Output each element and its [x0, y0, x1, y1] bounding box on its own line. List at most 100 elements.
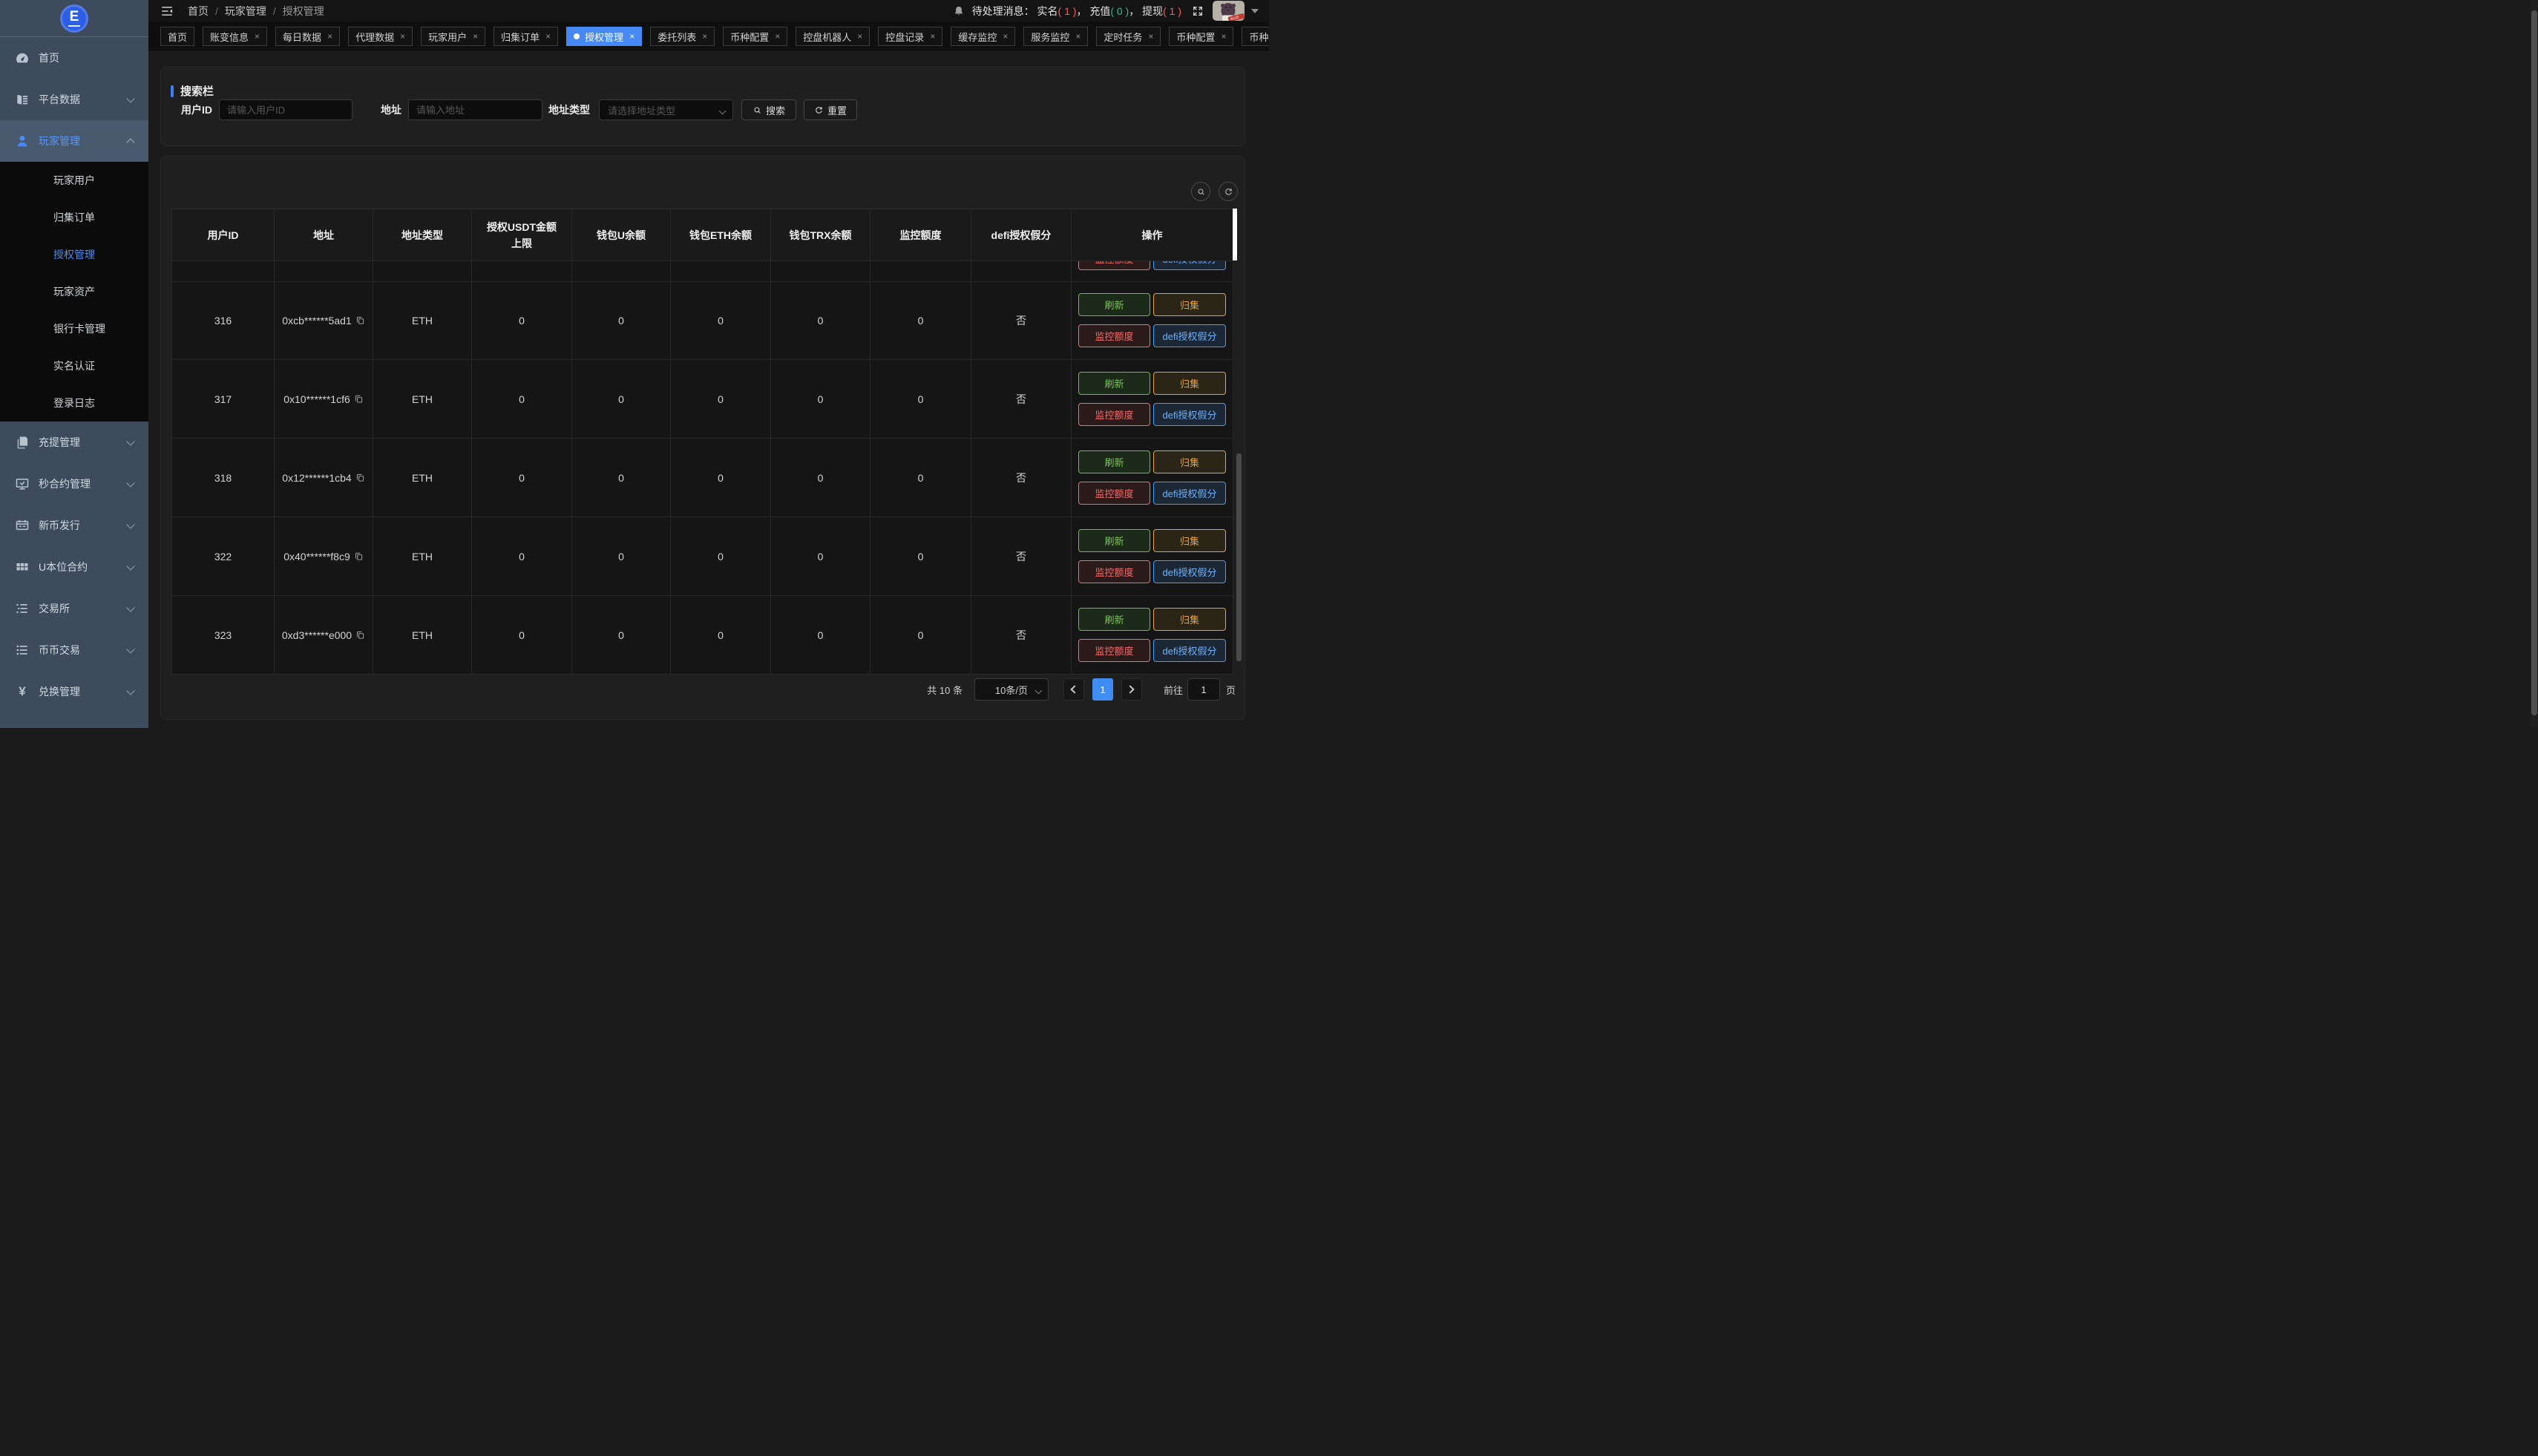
pending-withdraw[interactable]: 提现	[1142, 5, 1163, 17]
tab-close-icon[interactable]: ×	[629, 31, 634, 42]
monitor-quota-button[interactable]: 监控额度	[1078, 482, 1150, 505]
monitor-quota-button[interactable]: 监控额度	[1078, 261, 1150, 270]
tab-cache-monitor[interactable]: 缓存监控×	[951, 27, 1015, 46]
sidebar-item-player-management[interactable]: 玩家管理	[0, 120, 148, 162]
user-id-input[interactable]	[219, 99, 352, 120]
defi-fake-button[interactable]: defi授权假分	[1153, 403, 1226, 426]
tab-home[interactable]: 首页	[160, 27, 194, 46]
collect-button[interactable]: 归集	[1153, 608, 1226, 631]
tab-delegate-list[interactable]: 委托列表×	[650, 27, 715, 46]
copy-icon[interactable]	[354, 551, 364, 561]
sidebar-item-deposit-withdraw[interactable]: 充提管理	[0, 422, 148, 463]
sidebar-item-coin-trade[interactable]: 币币交易	[0, 629, 148, 671]
tab-market-robot[interactable]: 控盘机器人×	[796, 27, 870, 46]
defi-fake-button[interactable]: defi授权假分	[1153, 324, 1226, 347]
sidebar-item-real-name-verification[interactable]: 实名认证	[0, 347, 148, 384]
avatar[interactable]: IKUZ!	[1213, 1, 1245, 21]
tab-player-users[interactable]: 玩家用户×	[421, 27, 485, 46]
pending-realname[interactable]: 实名	[1037, 5, 1058, 17]
table-search-button[interactable]	[1191, 182, 1210, 201]
defi-fake-button[interactable]: defi授权假分	[1153, 482, 1226, 505]
next-page-button[interactable]	[1121, 678, 1142, 701]
refresh-row-button[interactable]: 刷新	[1078, 450, 1150, 473]
tab-daily-data[interactable]: 每日数据×	[275, 27, 340, 46]
tab-close-icon[interactable]: ×	[1148, 31, 1153, 42]
copy-icon[interactable]	[355, 630, 365, 640]
monitor-quota-button[interactable]: 监控额度	[1078, 403, 1150, 426]
collapse-sidebar-icon[interactable]	[160, 4, 174, 18]
pending-deposit[interactable]: 充值	[1089, 5, 1110, 17]
breadcrumb-player-management[interactable]: 玩家管理	[225, 4, 266, 19]
address-input[interactable]	[408, 99, 542, 120]
page-scrollbar[interactable]	[2531, 0, 2538, 728]
tab-scheduled-tasks[interactable]: 定时任务×	[1096, 27, 1161, 46]
sidebar-item-exchange[interactable]: 交易所	[0, 588, 148, 629]
tab-close-icon[interactable]: ×	[1221, 31, 1226, 42]
tab-close-icon[interactable]: ×	[775, 31, 780, 42]
copy-icon[interactable]	[355, 473, 365, 482]
collect-button[interactable]: 归集	[1153, 529, 1226, 552]
prev-page-button[interactable]	[1063, 678, 1084, 701]
sidebar-item-player-users[interactable]: 玩家用户	[0, 162, 148, 199]
sidebar-item-swap-management[interactable]: ¥ 兑换管理	[0, 671, 148, 712]
tab-collect-orders[interactable]: 归集订单×	[494, 27, 558, 46]
monitor-quota-button[interactable]: 监控额度	[1078, 639, 1150, 662]
collect-button[interactable]: 归集	[1153, 450, 1226, 473]
bell-icon[interactable]	[953, 5, 965, 17]
defi-fake-button[interactable]: defi授权假分	[1153, 261, 1226, 270]
sidebar-item-u-contract[interactable]: U本位合约	[0, 546, 148, 588]
user-menu-caret-icon[interactable]	[1251, 9, 1259, 13]
tab-close-icon[interactable]: ×	[1075, 31, 1081, 42]
tab-coin-config[interactable]: 币种配置×	[723, 27, 787, 46]
tab-agent-data[interactable]: 代理数据×	[348, 27, 413, 46]
monitor-quota-button[interactable]: 监控额度	[1078, 324, 1150, 347]
sidebar-item-login-logs[interactable]: 登录日志	[0, 384, 148, 422]
reset-button[interactable]: 重置	[804, 99, 857, 120]
app-logo[interactable]: E	[0, 0, 148, 37]
monitor-quota-button[interactable]: 监控额度	[1078, 560, 1150, 583]
page-scrollbar-thumb[interactable]	[2531, 10, 2537, 715]
tab-market-records[interactable]: 控盘记录×	[878, 27, 942, 46]
collect-button[interactable]: 归集	[1153, 372, 1226, 395]
breadcrumb-home[interactable]: 首页	[188, 4, 209, 19]
tab-service-monitor[interactable]: 服务监控×	[1023, 27, 1088, 46]
sidebar-item-new-coin[interactable]: 新币发行	[0, 505, 148, 546]
table-refresh-button[interactable]	[1219, 182, 1238, 201]
tab-close-icon[interactable]: ×	[1003, 31, 1008, 42]
tab-account-changes[interactable]: 账变信息×	[203, 27, 267, 46]
sidebar-item-home[interactable]: 首页	[0, 37, 148, 79]
page-number-1[interactable]: 1	[1092, 678, 1113, 701]
table-scrollbar-thumb[interactable]	[1233, 209, 1237, 260]
defi-fake-button[interactable]: defi授权假分	[1153, 560, 1226, 583]
tab-close-icon[interactable]: ×	[327, 31, 332, 42]
tab-close-icon[interactable]: ×	[400, 31, 405, 42]
collect-button[interactable]: 归集	[1153, 293, 1226, 316]
panel-scrollbar-thumb[interactable]	[1236, 453, 1242, 661]
tab-close-icon[interactable]: ×	[857, 31, 862, 42]
page-size-select[interactable]: 10条/页	[974, 678, 1049, 701]
refresh-row-button[interactable]: 刷新	[1078, 529, 1150, 552]
tab-close-icon[interactable]: ×	[702, 31, 707, 42]
tab-coin-cycle[interactable]: 币种周期×	[1242, 27, 1269, 46]
tab-close-icon[interactable]: ×	[545, 31, 551, 42]
tab-coin-config-2[interactable]: 币种配置×	[1169, 27, 1233, 46]
sidebar-item-player-assets[interactable]: 玩家资产	[0, 273, 148, 310]
tab-close-icon[interactable]: ×	[930, 31, 935, 42]
fullscreen-icon[interactable]	[1192, 5, 1204, 17]
sidebar-item-platform-data[interactable]: 平台数据	[0, 79, 148, 120]
tab-close-icon[interactable]: ×	[473, 31, 478, 42]
refresh-row-button[interactable]: 刷新	[1078, 293, 1150, 316]
copy-icon[interactable]	[355, 315, 365, 325]
sidebar-item-seconds-contract[interactable]: 秒合约管理	[0, 463, 148, 505]
goto-page-input[interactable]	[1187, 678, 1220, 701]
defi-fake-button[interactable]: defi授权假分	[1153, 639, 1226, 662]
sidebar-item-bank-card-management[interactable]: 银行卡管理	[0, 310, 148, 347]
sidebar-item-collect-orders[interactable]: 归集订单	[0, 199, 148, 236]
address-type-select[interactable]: 请选择地址类型	[599, 99, 733, 120]
sidebar-item-authorization-management[interactable]: 授权管理	[0, 236, 148, 273]
search-button[interactable]: 搜索	[741, 99, 796, 120]
tab-authorization-management[interactable]: 授权管理×	[566, 27, 642, 46]
refresh-row-button[interactable]: 刷新	[1078, 608, 1150, 631]
tab-close-icon[interactable]: ×	[255, 31, 260, 42]
refresh-row-button[interactable]: 刷新	[1078, 372, 1150, 395]
